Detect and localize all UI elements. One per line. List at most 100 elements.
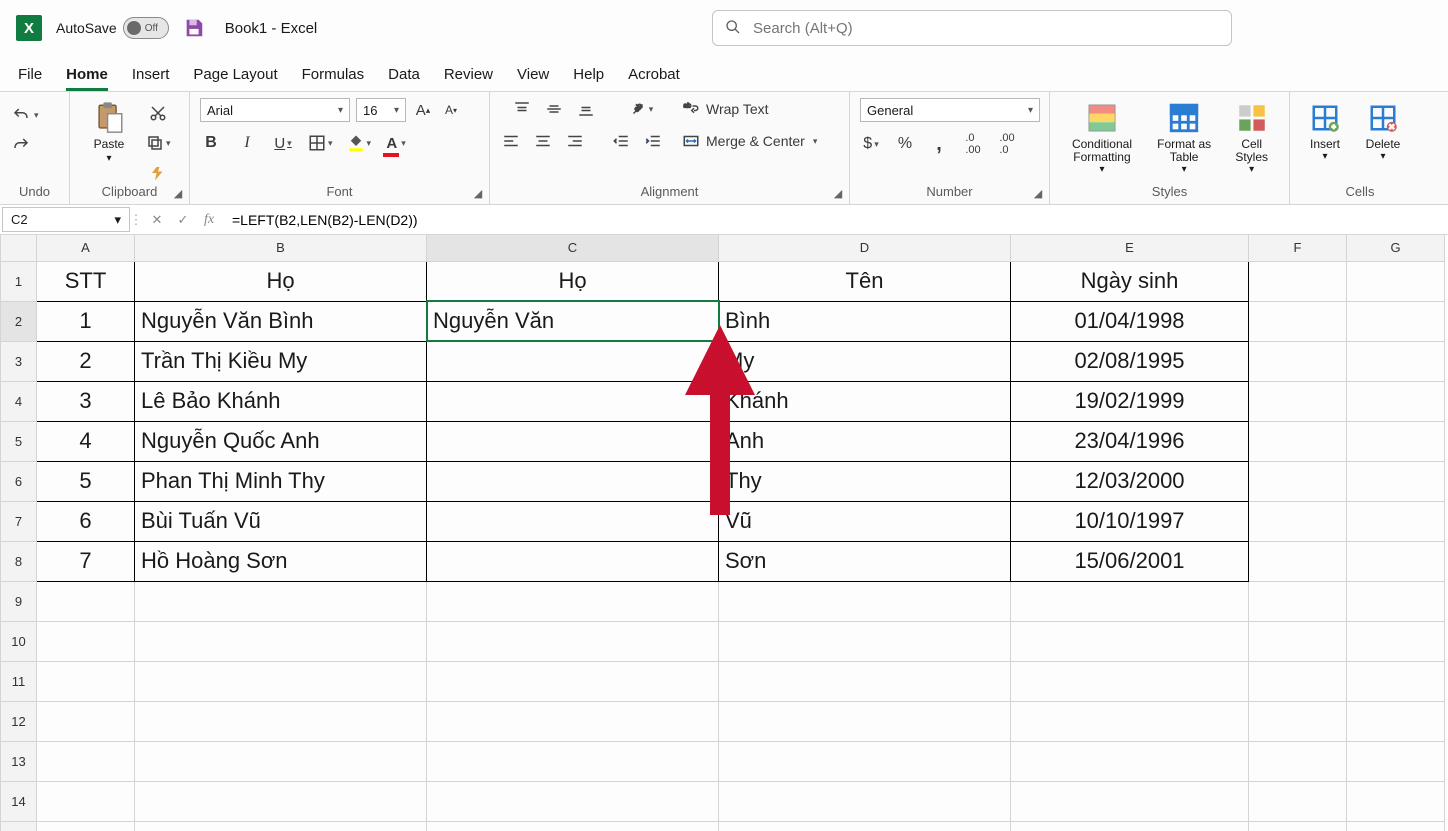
fill-color-button[interactable]: ▾: [347, 132, 372, 154]
cell-D2[interactable]: Bình: [719, 301, 1011, 341]
align-bottom-button[interactable]: [575, 98, 597, 120]
tab-data[interactable]: Data: [388, 66, 420, 91]
cell-D5[interactable]: Anh: [719, 421, 1011, 461]
cell-A13[interactable]: [37, 741, 135, 781]
clipboard-launcher[interactable]: ◢: [171, 186, 185, 200]
cell-E14[interactable]: [1011, 781, 1249, 821]
cell-E7[interactable]: 10/10/1997: [1011, 501, 1249, 541]
cell-A3[interactable]: 2: [37, 341, 135, 381]
cell-F6[interactable]: [1249, 461, 1347, 501]
cell-F12[interactable]: [1249, 701, 1347, 741]
cell-C10[interactable]: [427, 621, 719, 661]
cell-A5[interactable]: 4: [37, 421, 135, 461]
row-header-7[interactable]: 7: [1, 501, 37, 541]
cell-B8[interactable]: Hồ Hoàng Sơn: [135, 541, 427, 581]
tab-insert[interactable]: Insert: [132, 66, 170, 91]
cell-B10[interactable]: [135, 621, 427, 661]
column-header-F[interactable]: F: [1249, 235, 1347, 261]
font-color-button[interactable]: A▾: [385, 132, 407, 154]
tab-page-layout[interactable]: Page Layout: [193, 66, 277, 91]
cell-C2[interactable]: Nguyễn Văn: [427, 301, 719, 341]
cell-B9[interactable]: [135, 581, 427, 621]
copy-button[interactable]: ▾: [146, 132, 171, 154]
cell-E9[interactable]: [1011, 581, 1249, 621]
accounting-format-button[interactable]: $▾: [860, 133, 882, 155]
column-header-A[interactable]: A: [37, 235, 135, 261]
cell-F14[interactable]: [1249, 781, 1347, 821]
row-header-10[interactable]: 10: [1, 621, 37, 661]
underline-button[interactable]: U▾: [272, 132, 294, 154]
tab-home[interactable]: Home: [66, 66, 108, 91]
cell-B7[interactable]: Bùi Tuấn Vũ: [135, 501, 427, 541]
merge-center-button[interactable]: Merge & Center ▾: [682, 130, 817, 152]
decrease-font-button[interactable]: A▾: [440, 99, 462, 121]
insert-function-button[interactable]: fx: [198, 209, 220, 231]
row-header-5[interactable]: 5: [1, 421, 37, 461]
insert-cells-button[interactable]: Insert▾: [1300, 98, 1350, 162]
cell-G7[interactable]: [1347, 501, 1445, 541]
cell-B5[interactable]: Nguyễn Quốc Anh: [135, 421, 427, 461]
cell-A4[interactable]: 3: [37, 381, 135, 421]
cell-C5[interactable]: [427, 421, 719, 461]
align-middle-button[interactable]: [543, 98, 565, 120]
cell-C3[interactable]: [427, 341, 719, 381]
row-header-6[interactable]: 6: [1, 461, 37, 501]
bold-button[interactable]: B: [200, 132, 222, 154]
cell-F1[interactable]: [1249, 261, 1347, 301]
cell-F10[interactable]: [1249, 621, 1347, 661]
toggle-off-icon[interactable]: Off: [123, 17, 169, 39]
cell-E13[interactable]: [1011, 741, 1249, 781]
cell-C1[interactable]: Họ: [427, 261, 719, 301]
cell-B11[interactable]: [135, 661, 427, 701]
cell-D7[interactable]: Vũ: [719, 501, 1011, 541]
cell-A7[interactable]: 6: [37, 501, 135, 541]
cell-F7[interactable]: [1249, 501, 1347, 541]
row-header-2[interactable]: 2: [1, 301, 37, 341]
cell-C11[interactable]: [427, 661, 719, 701]
increase-font-button[interactable]: A▴: [412, 99, 434, 121]
align-center-button[interactable]: [532, 130, 554, 152]
cell-E2[interactable]: 01/04/1998: [1011, 301, 1249, 341]
cell-styles-button[interactable]: Cell Styles▾: [1224, 98, 1279, 175]
tab-review[interactable]: Review: [444, 66, 493, 91]
undo-button[interactable]: ▾: [10, 104, 39, 126]
cell-B4[interactable]: Lê Bảo Khánh: [135, 381, 427, 421]
cell-D12[interactable]: [719, 701, 1011, 741]
paste-button[interactable]: Paste▾: [80, 98, 138, 164]
cell-G2[interactable]: [1347, 301, 1445, 341]
cell-E10[interactable]: [1011, 621, 1249, 661]
conditional-formatting-button[interactable]: Conditional Formatting▾: [1060, 98, 1144, 175]
cell-E4[interactable]: 19/02/1999: [1011, 381, 1249, 421]
cell-G14[interactable]: [1347, 781, 1445, 821]
cell-D10[interactable]: [719, 621, 1011, 661]
cell-C7[interactable]: [427, 501, 719, 541]
row-header-13[interactable]: 13: [1, 741, 37, 781]
number-launcher[interactable]: ◢: [1031, 186, 1045, 200]
cell-D9[interactable]: [719, 581, 1011, 621]
cell-F2[interactable]: [1249, 301, 1347, 341]
cell-D13[interactable]: [719, 741, 1011, 781]
cell-G12[interactable]: [1347, 701, 1445, 741]
cell-A1[interactable]: STT: [37, 261, 135, 301]
cell-C13[interactable]: [427, 741, 719, 781]
cell-G9[interactable]: [1347, 581, 1445, 621]
tab-file[interactable]: File: [18, 66, 42, 91]
redo-button[interactable]: [10, 134, 32, 156]
cell-D4[interactable]: Khánh: [719, 381, 1011, 421]
spreadsheet-grid[interactable]: ABCDEFG1STTHọHọTênNgày sinh21Nguyễn Văn …: [0, 235, 1448, 831]
delete-cells-button[interactable]: Delete▾: [1358, 98, 1408, 162]
tab-help[interactable]: Help: [573, 66, 604, 91]
cell-G8[interactable]: [1347, 541, 1445, 581]
borders-button[interactable]: ▾: [308, 132, 333, 154]
cell-A14[interactable]: [37, 781, 135, 821]
select-all-corner[interactable]: [1, 235, 37, 261]
cell-D6[interactable]: Thy: [719, 461, 1011, 501]
cell-D14[interactable]: [719, 781, 1011, 821]
cell-F8[interactable]: [1249, 541, 1347, 581]
font-size-combo[interactable]: 16▾: [356, 98, 406, 122]
column-header-E[interactable]: E: [1011, 235, 1249, 261]
cell-B6[interactable]: Phan Thị Minh Thy: [135, 461, 427, 501]
tab-formulas[interactable]: Formulas: [302, 66, 365, 91]
formula-input[interactable]: [226, 205, 1448, 234]
cell-B2[interactable]: Nguyễn Văn Bình: [135, 301, 427, 341]
